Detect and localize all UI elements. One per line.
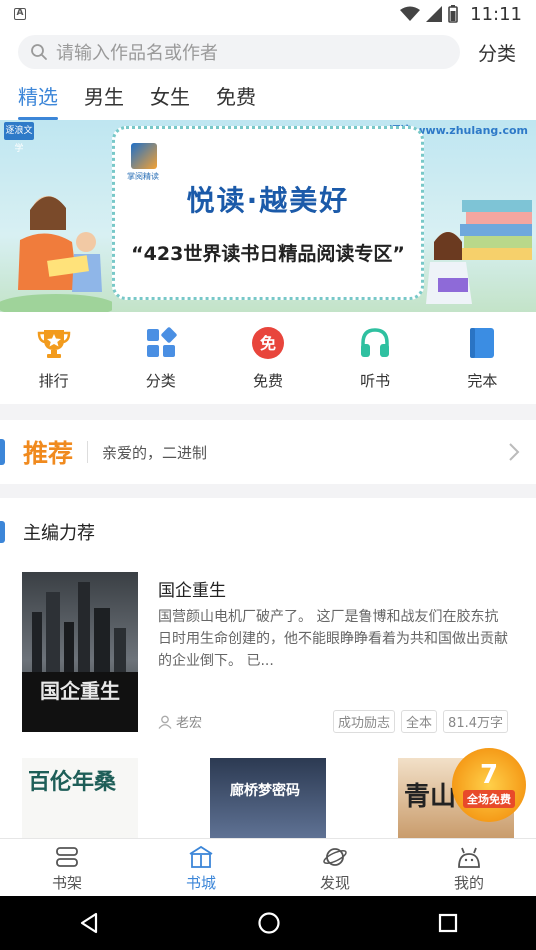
home-icon[interactable] [257, 911, 281, 935]
channel-tabs: 精选 男生 女生 免费 [0, 80, 536, 120]
recommend-title: 推荐 [23, 439, 74, 468]
cover-title-text: 青山 [404, 782, 457, 812]
section-divider [0, 484, 536, 498]
trophy-icon [37, 326, 71, 360]
chevron-right-icon [509, 443, 520, 461]
book-description: 国营颜山电机厂破产了。 这厂是鲁博和战友们在胶东抗日时用生命创建的，他不能眼睁睁… [158, 609, 508, 669]
quick-nav-label: 完本 [467, 372, 498, 390]
quick-nav-completed[interactable]: 完本 [429, 318, 536, 402]
book-cover[interactable]: 国企重生 [22, 572, 138, 732]
section-accent-bar [0, 521, 5, 543]
banner-card: 掌阅精读 悦读·越美好 “423世界读书日精品阅读专区” [112, 126, 424, 300]
banner-slogan: 悦读·越美好 [186, 184, 350, 217]
tag-genre: 成功励志 [333, 710, 396, 733]
search-row: 请输入作品名或作者 分类 [0, 32, 536, 72]
quick-nav-label: 听书 [360, 372, 391, 390]
banner-corner-logo: 逐浪文学 [4, 122, 34, 154]
search-icon [31, 44, 47, 60]
promo-label: 全场免费 [463, 790, 515, 808]
cover-title-text: 廊桥梦密码 [230, 783, 300, 799]
bottom-nav-profile[interactable]: 我的 [402, 839, 536, 896]
category-link[interactable]: 分类 [478, 39, 516, 66]
recents-icon[interactable] [438, 913, 458, 933]
bottom-nav-discover[interactable]: 发现 [268, 839, 402, 896]
reading-girl-illustration [426, 200, 532, 304]
quick-nav-ranking[interactable]: 排行 [0, 318, 107, 402]
quick-nav-label: 免费 [252, 372, 283, 390]
quick-nav-category[interactable]: 分类 [107, 318, 214, 402]
quick-nav-free[interactable]: 免 免费 [214, 318, 321, 402]
free-icon: 免 [251, 326, 285, 360]
book-cover[interactable]: 百伦年桑 [22, 758, 138, 838]
recommend-subtitle: 亲爱的，二进制 [102, 443, 208, 462]
book-title[interactable]: 国企重生 [158, 576, 226, 601]
bookstore-icon [189, 845, 213, 868]
tab-male[interactable]: 男生 [84, 80, 124, 114]
bottom-nav-bookstore[interactable]: 书城 [134, 839, 268, 896]
svg-text:免: 免 [260, 334, 276, 353]
bottom-nav-label: 我的 [453, 874, 484, 892]
tab-featured[interactable]: 精选 [18, 80, 58, 120]
book-cover[interactable]: 廊桥梦密码 [210, 758, 326, 838]
author-icon [158, 715, 172, 729]
promo-banner[interactable]: 逐浪文学 逐浪 www.zhulang.com 掌阅精读 悦读·越美好 “423… [0, 120, 536, 312]
grid-icon [144, 326, 178, 360]
system-nav-bar [0, 896, 536, 950]
headphones-icon [358, 326, 392, 360]
banner-subtitle: “423世界读书日精品阅读专区” [131, 243, 405, 265]
cover-title-text: 国企重生 [40, 679, 120, 703]
section-header: 主编力荐 [0, 514, 536, 550]
featured-book-card[interactable]: 国企重生 国企重生 国营颜山电机厂破产了。 这厂是鲁博和战友们在胶东抗日时用生命… [22, 572, 516, 733]
tag-status: 全本 [401, 710, 438, 733]
search-input[interactable]: 请输入作品名或作者 [18, 35, 460, 69]
bottom-nav-label: 发现 [319, 874, 350, 892]
cell-signal-icon [426, 6, 443, 22]
status-bar: A 11:11 [0, 0, 536, 28]
cover-title-text: 百伦年桑 [28, 770, 117, 795]
bottom-nav-label: 书城 [185, 874, 216, 892]
tag-word-count: 81.4万字 [443, 710, 508, 733]
bookshelf-icon [56, 847, 78, 867]
profile-icon [458, 847, 480, 868]
book-meta: 老宏 成功励志 全本 81.4万字 [158, 710, 508, 733]
section-title: 主编力荐 [23, 523, 95, 544]
recommend-accent-bar [0, 439, 5, 465]
bottom-nav: 书架 书城 发现 我的 [0, 838, 536, 896]
book-icon [465, 326, 499, 360]
recommend-separator [87, 441, 89, 463]
tab-free[interactable]: 免费 [216, 80, 256, 114]
wifi-icon [400, 6, 421, 21]
bottom-nav-label: 书架 [51, 874, 82, 892]
quick-nav-label: 排行 [38, 372, 69, 390]
quick-nav-label: 分类 [145, 372, 176, 390]
book-author: 老宏 [176, 716, 203, 731]
quick-nav: 排行 分类 免 免费 听书 完本 [0, 318, 536, 402]
status-time: 11:11 [470, 3, 522, 25]
notification-a-icon: A [14, 8, 26, 20]
ireader-logo-icon [131, 143, 157, 169]
section-divider [0, 404, 536, 420]
planet-icon [323, 848, 347, 866]
battery-icon [448, 5, 458, 23]
free-promo-badge[interactable]: 7 全场免费 [452, 748, 526, 822]
back-icon[interactable] [78, 912, 100, 934]
quick-nav-audiobook[interactable]: 听书 [322, 318, 429, 402]
promo-number: 7 [479, 760, 499, 790]
search-placeholder: 请输入作品名或作者 [56, 43, 218, 64]
bottom-nav-bookshelf[interactable]: 书架 [0, 839, 134, 896]
tab-female[interactable]: 女生 [150, 80, 190, 114]
recommend-row[interactable]: 推荐 亲爱的，二进制 [0, 420, 536, 484]
reading-mother-illustration [0, 196, 112, 312]
city-skyline-art: 国企重生 [22, 582, 138, 732]
